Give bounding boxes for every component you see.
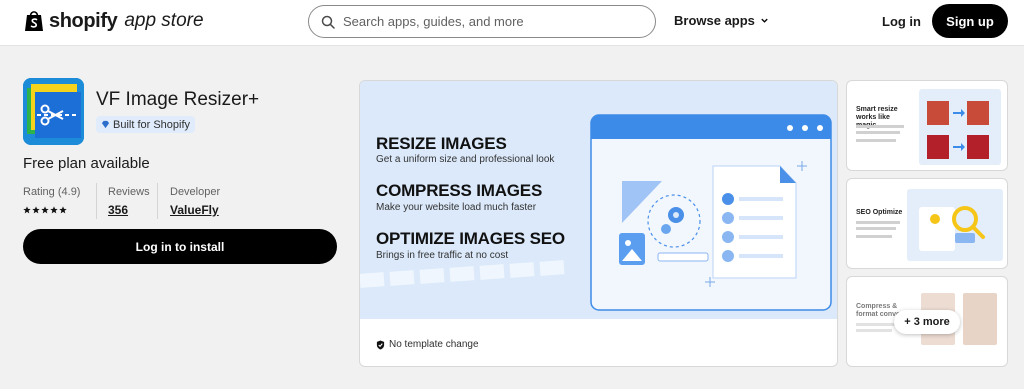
thumbnail-1[interactable]: Smart resize works like magic [846, 80, 1008, 171]
search-input[interactable] [343, 14, 643, 29]
reviews-label: Reviews [108, 186, 150, 198]
more-screenshots-button[interactable]: + 3 more [894, 310, 960, 334]
star-icon [41, 206, 49, 214]
signup-button[interactable]: Sign up [932, 4, 1008, 38]
star-icon [23, 206, 31, 214]
app-title: VF Image Resizer+ [96, 89, 260, 110]
shield-check-icon [376, 340, 385, 349]
badge-label: Built for Shopify [113, 118, 191, 131]
search-icon [321, 15, 335, 29]
developer-label: Developer [170, 186, 221, 198]
thumbnail-2[interactable]: SEO Optimize [846, 178, 1008, 269]
feature-title-compress: COMPRESS IMAGES [376, 181, 543, 200]
scissors-resize-icon [23, 78, 84, 145]
star-icon [59, 206, 67, 214]
meta-divider [157, 183, 158, 219]
feature-banner: RESIZE IMAGES Get a uniform size and pro… [360, 81, 837, 319]
thumbnail-image [856, 189, 1003, 261]
built-for-shopify-badge[interactable]: Built for Shopify [96, 116, 196, 133]
brand-name: shopify [49, 9, 118, 32]
no-template-change-note: No template change [376, 339, 479, 350]
login-link[interactable]: Log in [882, 14, 921, 29]
browse-apps-menu[interactable]: Browse apps [674, 13, 769, 28]
feature-sub-compress: Make your website load much faster [376, 202, 537, 213]
feature-title-seo: OPTIMIZE IMAGES SEO [376, 229, 565, 248]
shopify-app-store-logo[interactable]: shopify app store [24, 9, 204, 33]
main-screenshot[interactable]: RESIZE IMAGES Get a uniform size and pro… [359, 80, 838, 367]
search-box[interactable] [308, 5, 656, 38]
star-icon [32, 206, 40, 214]
thumbnail-image [856, 89, 1001, 165]
star-icon [50, 206, 58, 214]
pricing-text: Free plan available [23, 155, 150, 172]
shopify-bag-icon [25, 11, 43, 31]
reviews-count-link[interactable]: 356 [108, 203, 128, 217]
chevron-down-icon [761, 18, 768, 23]
developer-link[interactable]: ValueFly [170, 203, 219, 217]
top-navigation-bar: shopify app store Browse apps Log in Sig… [0, 0, 1024, 46]
feature-sub-resize: Get a uniform size and professional look [376, 154, 555, 165]
rating-label: Rating (4.9) [23, 186, 81, 198]
diamond-icon [101, 120, 110, 129]
app-icon [23, 78, 84, 145]
feature-sub-seo: Brings in free traffic at no cost [376, 250, 509, 261]
rating-stars [23, 206, 67, 214]
meta-divider [96, 183, 97, 219]
browse-apps-label: Browse apps [674, 13, 755, 28]
install-button[interactable]: Log in to install [23, 229, 337, 264]
feature-title-resize: RESIZE IMAGES [376, 134, 507, 153]
no-template-change-label: No template change [389, 339, 479, 350]
brand-subtitle: app store [124, 10, 204, 31]
